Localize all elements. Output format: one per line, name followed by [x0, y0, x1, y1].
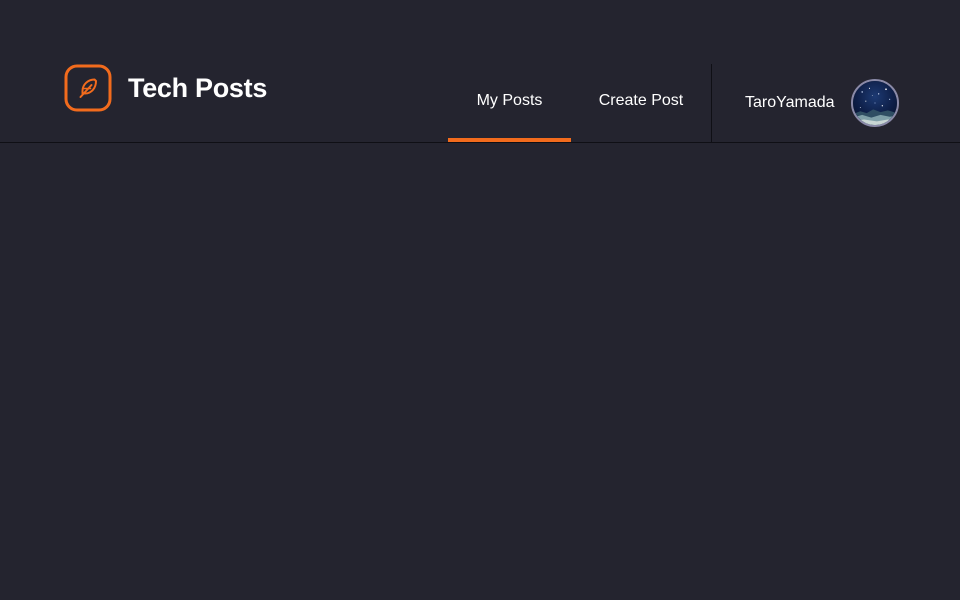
- feather-icon: [64, 64, 112, 112]
- tab-my-posts-label: My Posts: [476, 92, 543, 109]
- username: TaroYamada: [745, 94, 835, 111]
- header-divider: [711, 64, 712, 142]
- brand-home-link[interactable]: Tech Posts: [64, 64, 267, 112]
- app-root: Tech Posts My Posts Create Post TaroYama…: [0, 0, 960, 600]
- avatar[interactable]: [850, 79, 899, 127]
- brand-name: Tech Posts: [128, 72, 268, 103]
- tab-my-posts[interactable]: My Posts: [448, 64, 571, 142]
- active-tab-indicator: [448, 138, 571, 142]
- tab-create-post[interactable]: Create Post: [571, 64, 711, 142]
- main-content: [0, 143, 960, 600]
- tab-create-post-label: Create Post: [598, 92, 684, 109]
- top-header: Tech Posts My Posts Create Post TaroYama…: [0, 0, 960, 143]
- user-menu[interactable]: TaroYamada: [745, 79, 899, 127]
- main-nav: My Posts Create Post: [448, 64, 711, 142]
